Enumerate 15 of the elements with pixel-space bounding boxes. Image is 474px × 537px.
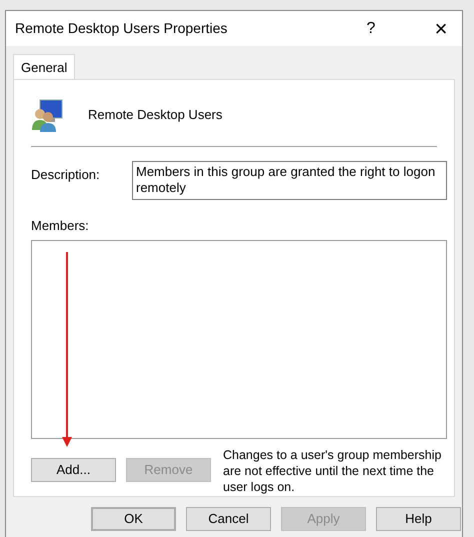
group-name: Remote Desktop Users bbox=[88, 106, 222, 124]
help-button[interactable]: ? bbox=[356, 16, 386, 40]
members-list[interactable] bbox=[31, 240, 447, 438]
cancel-button[interactable]: Cancel bbox=[186, 507, 271, 531]
users-icon bbox=[31, 98, 65, 132]
close-button[interactable]: × bbox=[426, 18, 456, 40]
members-label: Members: bbox=[30, 217, 90, 235]
membership-note: Changes to a user's group membership are not effective until the next time the user logs on. bbox=[223, 446, 442, 494]
description-field[interactable]: Members in this group are granted the right to logon remotely bbox=[132, 161, 447, 200]
window-title: Remote Desktop Users Properties bbox=[15, 19, 228, 38]
ok-button[interactable]: OK bbox=[91, 507, 176, 531]
help-button[interactable]: Help bbox=[376, 507, 461, 531]
description-label: Description: bbox=[31, 166, 101, 184]
general-tab[interactable]: General bbox=[13, 54, 76, 80]
add-button[interactable]: Add... bbox=[31, 458, 116, 482]
